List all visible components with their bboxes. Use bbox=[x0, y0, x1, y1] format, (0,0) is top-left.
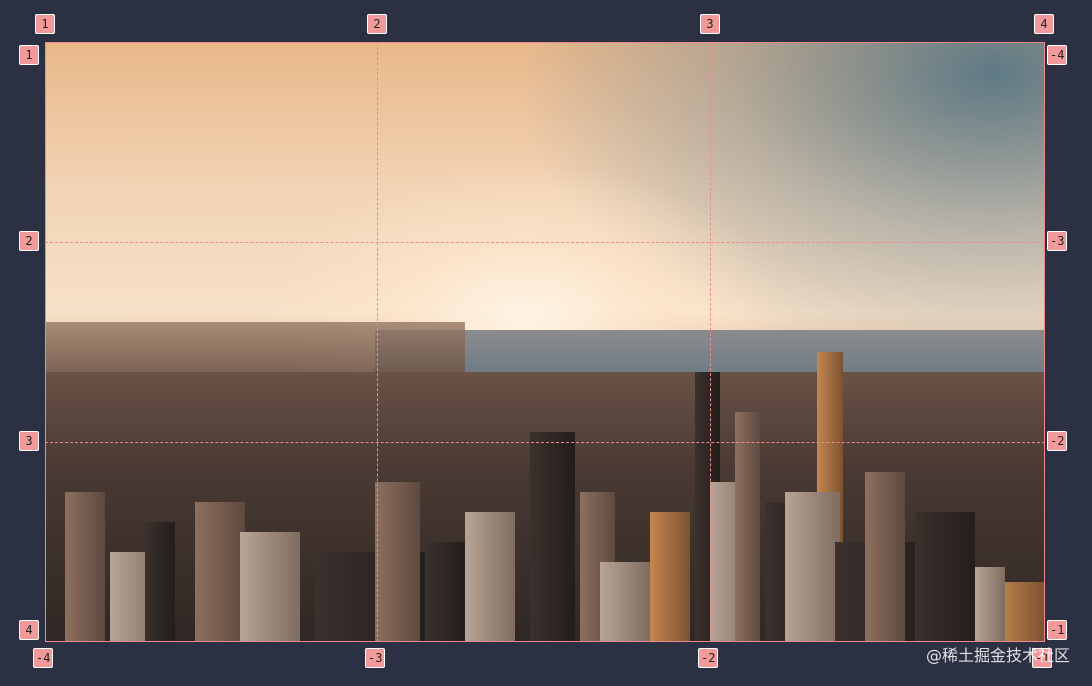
row-marker-neg-4: -4 bbox=[1047, 45, 1068, 65]
column-marker-4: 4 bbox=[1034, 14, 1054, 34]
watermark-text: @稀土掘金技术社区 bbox=[925, 646, 1070, 665]
grid-frame bbox=[45, 42, 1045, 642]
grid-editor-canvas: 1 2 3 4 -4 -3 -2 -1 1 2 3 4 -4 -3 -2 -1 … bbox=[0, 0, 1092, 686]
row-marker-4: 4 bbox=[19, 620, 39, 640]
grid-row-line-3[interactable] bbox=[45, 442, 1045, 443]
row-marker-2: 2 bbox=[19, 231, 39, 251]
grid-column-line-3[interactable] bbox=[710, 42, 711, 642]
row-marker-1: 1 bbox=[19, 45, 39, 65]
column-marker-neg-4: -4 bbox=[33, 648, 54, 668]
column-marker-1: 1 bbox=[35, 14, 55, 34]
grid-column-line-2[interactable] bbox=[377, 42, 378, 642]
row-marker-neg-3: -3 bbox=[1047, 231, 1068, 251]
column-marker-neg-3: -3 bbox=[365, 648, 386, 668]
column-marker-neg-2: -2 bbox=[698, 648, 719, 668]
row-marker-neg-2: -2 bbox=[1047, 431, 1068, 451]
row-marker-3: 3 bbox=[19, 431, 39, 451]
column-marker-2: 2 bbox=[367, 14, 387, 34]
row-marker-neg-1: -1 bbox=[1047, 620, 1068, 640]
column-marker-3: 3 bbox=[700, 14, 720, 34]
grid-row-line-2[interactable] bbox=[45, 242, 1045, 243]
